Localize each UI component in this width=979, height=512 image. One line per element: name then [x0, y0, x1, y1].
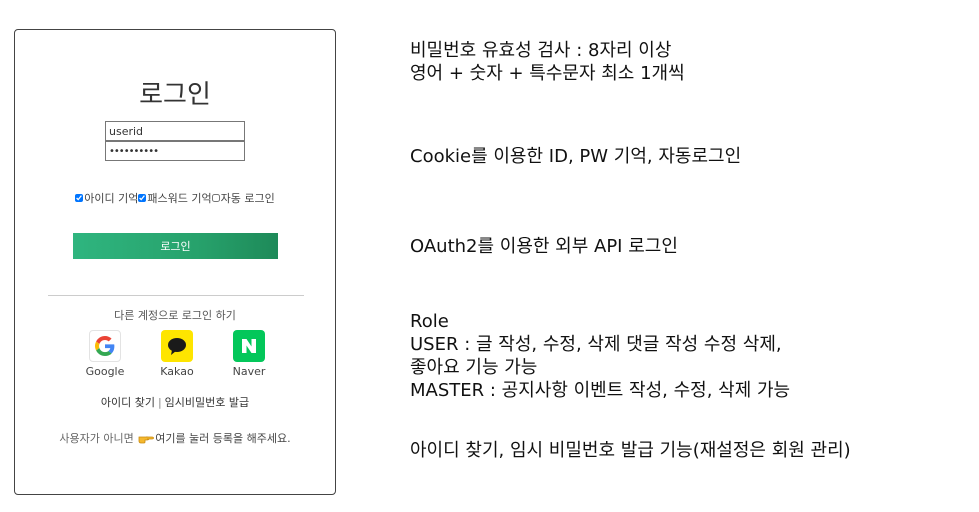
role-title: Role: [410, 311, 449, 332]
remember-password-checkbox[interactable]: [138, 194, 147, 202]
oauth-note: OAuth2를 이용한 외부 API 로그인: [410, 235, 678, 258]
naver-login-button[interactable]: Naver: [224, 330, 274, 378]
find-feature-note: 아이디 찾기, 임시 비밀번호 발급 기능(재설정은 회원 관리): [410, 439, 851, 462]
divider: [48, 295, 304, 296]
auto-login-checkbox[interactable]: [211, 194, 220, 202]
kakao-login-button[interactable]: Kakao: [152, 330, 202, 378]
google-icon: [89, 330, 121, 362]
cookie-line: Cookie를 이용한 ID, PW 기억, 자동로그인: [410, 146, 742, 167]
remember-password-option[interactable]: 패스워드 기억: [138, 190, 212, 206]
role-user-line-1: USER : 글 작성, 수정, 삭제 댓글 작성 수정 삭제,: [410, 334, 782, 355]
pointing-hand-icon: [138, 432, 155, 447]
oauth-line: OAuth2를 이용한 외부 API 로그인: [410, 236, 678, 257]
remember-id-checkbox[interactable]: [75, 194, 84, 202]
naver-icon: [233, 330, 265, 362]
cookie-note: Cookie를 이용한 ID, PW 기억, 자동로그인: [410, 145, 741, 168]
auto-login-option[interactable]: 자동 로그인: [211, 190, 275, 206]
temp-password-link[interactable]: 임시비밀번호 발급: [165, 396, 249, 409]
role-user-line-2: 좋아요 기능 가능: [410, 357, 538, 378]
role-note: Role USER : 글 작성, 수정, 삭제 댓글 작성 수정 삭제, 좋아…: [410, 310, 790, 402]
remember-options: 아이디 기억 패스워드 기억 자동 로그인: [15, 190, 335, 206]
find-id-link[interactable]: 아이디 찾기: [101, 396, 155, 409]
other-login-text: 다른 계정으로 로그인 하기: [114, 309, 236, 322]
kakao-label: Kakao: [160, 365, 194, 378]
link-separator: |: [157, 396, 162, 409]
find-feature-line: 아이디 찾기, 임시 비밀번호 발급 기능(재설정은 회원 관리): [410, 440, 851, 461]
password-rule-line-1: 비밀번호 유효성 검사 : 8자리 이상: [410, 40, 672, 61]
page-root: 로그인 아이디 기억 패스워드 기억 자동 로그인 로그인 다른 계정으로 로그…: [0, 0, 979, 512]
login-title: 로그인: [139, 80, 211, 110]
password-rule-note: 비밀번호 유효성 검사 : 8자리 이상 영어 + 숫자 + 특수문자 최소 1…: [410, 39, 685, 85]
remember-id-option[interactable]: 아이디 기억: [75, 190, 138, 206]
signup-prefix: 사용자가 아니면: [59, 432, 134, 445]
kakao-icon: [161, 330, 193, 362]
google-label: Google: [85, 365, 125, 378]
auto-login-label: 자동 로그인: [220, 192, 275, 205]
find-links: 아이디 찾기 | 임시비밀번호 발급: [15, 394, 335, 410]
password-input[interactable]: [105, 141, 245, 161]
role-master-line: MASTER : 공지사항 이벤트 작성, 수정, 삭제 가능: [410, 380, 791, 401]
signup-link[interactable]: 여기를 눌러 등록을 해주세요.: [155, 432, 290, 445]
remember-id-label: 아이디 기억: [84, 192, 139, 205]
login-button[interactable]: 로그인: [73, 233, 278, 259]
userid-input[interactable]: [105, 121, 245, 141]
login-card: 로그인 아이디 기억 패스워드 기억 자동 로그인 로그인 다른 계정으로 로그…: [14, 29, 336, 495]
google-login-button[interactable]: Google: [80, 330, 130, 378]
remember-password-label: 패스워드 기억: [147, 192, 212, 205]
naver-label: Naver: [232, 365, 266, 378]
signup-prompt: 사용자가 아니면 여기를 눌러 등록을 해주세요.: [15, 430, 335, 447]
password-rule-line-2: 영어 + 숫자 + 특수문자 최소 1개씩: [410, 63, 685, 84]
